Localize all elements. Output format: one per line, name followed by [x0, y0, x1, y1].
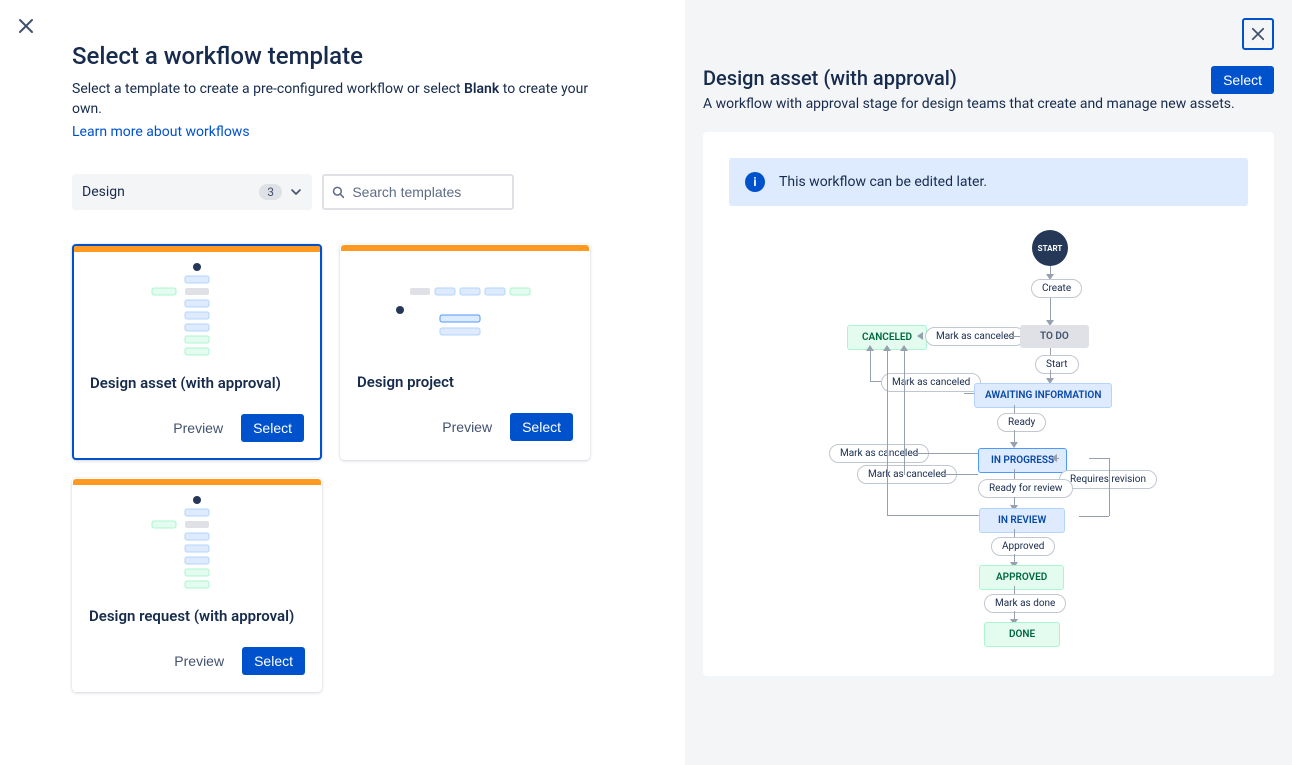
- workflow-thumbnail-icon: [112, 494, 282, 594]
- status-done: DONE: [984, 622, 1060, 647]
- detail-select-button[interactable]: Select: [1211, 66, 1274, 94]
- preview-button[interactable]: Preview: [161, 414, 235, 442]
- workflow-start-node: START: [1032, 230, 1068, 266]
- transition-ready-for-review: Ready for review: [978, 479, 1073, 498]
- info-text: This workflow can be edited later.: [779, 174, 987, 190]
- transition-mark-canceled: Mark as canceled: [881, 373, 981, 392]
- search-box[interactable]: [322, 174, 514, 210]
- workflow-thumbnail-icon: [380, 260, 550, 360]
- template-card[interactable]: Design asset (with approval) Preview Sel…: [72, 244, 322, 460]
- transition-approved: Approved: [991, 537, 1055, 556]
- learn-more-link[interactable]: Learn more about workflows: [72, 124, 250, 140]
- start-label: START: [1038, 244, 1063, 253]
- template-card-title: Design request (with approval): [73, 607, 321, 625]
- category-filter-dropdown[interactable]: Design 3: [72, 174, 312, 210]
- template-card-title: Design project: [341, 373, 589, 391]
- template-card[interactable]: Design request (with approval) Preview S…: [72, 478, 322, 692]
- close-detail-button[interactable]: [1242, 18, 1274, 50]
- preview-button[interactable]: Preview: [430, 413, 504, 441]
- template-detail-panel: Design asset (with approval) Select A wo…: [685, 0, 1292, 765]
- status-approved: APPROVED: [979, 565, 1064, 590]
- search-icon: [332, 185, 344, 199]
- status-in-review: IN REVIEW: [979, 508, 1065, 533]
- detail-title: Design asset (with approval): [703, 66, 957, 90]
- search-input[interactable]: [352, 184, 504, 200]
- close-icon: [1251, 27, 1265, 41]
- subtitle-bold: Blank: [464, 81, 499, 97]
- templates-grid: Design asset (with approval) Preview Sel…: [72, 244, 613, 692]
- transition-requires-revision: Requires revision: [1059, 470, 1157, 489]
- workflow-diagram: START Create CANCELED Mark as canceled T…: [729, 230, 1248, 650]
- category-count-badge: 3: [259, 184, 282, 200]
- workflow-thumbnail-icon: [112, 261, 282, 361]
- transition-create: Create: [1031, 279, 1082, 298]
- detail-description: A workflow with approval stage for desig…: [703, 96, 1274, 112]
- card-thumbnail: [73, 485, 321, 603]
- template-card-title: Design asset (with approval): [74, 374, 320, 392]
- transition-ready: Ready: [997, 413, 1046, 432]
- card-thumbnail: [74, 252, 320, 370]
- detail-header: Design asset (with approval) Select: [703, 66, 1274, 96]
- chevron-down-icon: [290, 186, 302, 198]
- info-icon: i: [745, 172, 765, 192]
- select-button[interactable]: Select: [242, 647, 305, 675]
- select-button[interactable]: Select: [510, 413, 573, 441]
- close-dialog-button[interactable]: [14, 14, 38, 38]
- status-todo: TO DO: [1020, 325, 1089, 348]
- status-awaiting: AWAITING INFORMATION: [974, 383, 1112, 408]
- transition-start: Start: [1035, 355, 1079, 374]
- page-title: Select a workflow template: [72, 42, 613, 70]
- info-banner: i This workflow can be edited later.: [729, 158, 1248, 206]
- category-filter-label: Design: [82, 184, 125, 200]
- page-subtitle: Select a template to create a pre-config…: [72, 80, 613, 119]
- template-card[interactable]: Design project Preview Select: [340, 244, 590, 460]
- subtitle-pre: Select a template to create a pre-config…: [72, 81, 464, 97]
- card-thumbnail: [341, 251, 589, 369]
- select-button[interactable]: Select: [241, 414, 304, 442]
- workflow-preview-box: i This workflow can be edited later. STA…: [703, 132, 1274, 676]
- template-selector-panel: Select a workflow template Select a temp…: [0, 0, 685, 765]
- transition-mark-done: Mark as done: [984, 594, 1066, 613]
- close-icon: [18, 18, 34, 34]
- preview-button[interactable]: Preview: [162, 647, 236, 675]
- filter-row: Design 3: [72, 174, 613, 210]
